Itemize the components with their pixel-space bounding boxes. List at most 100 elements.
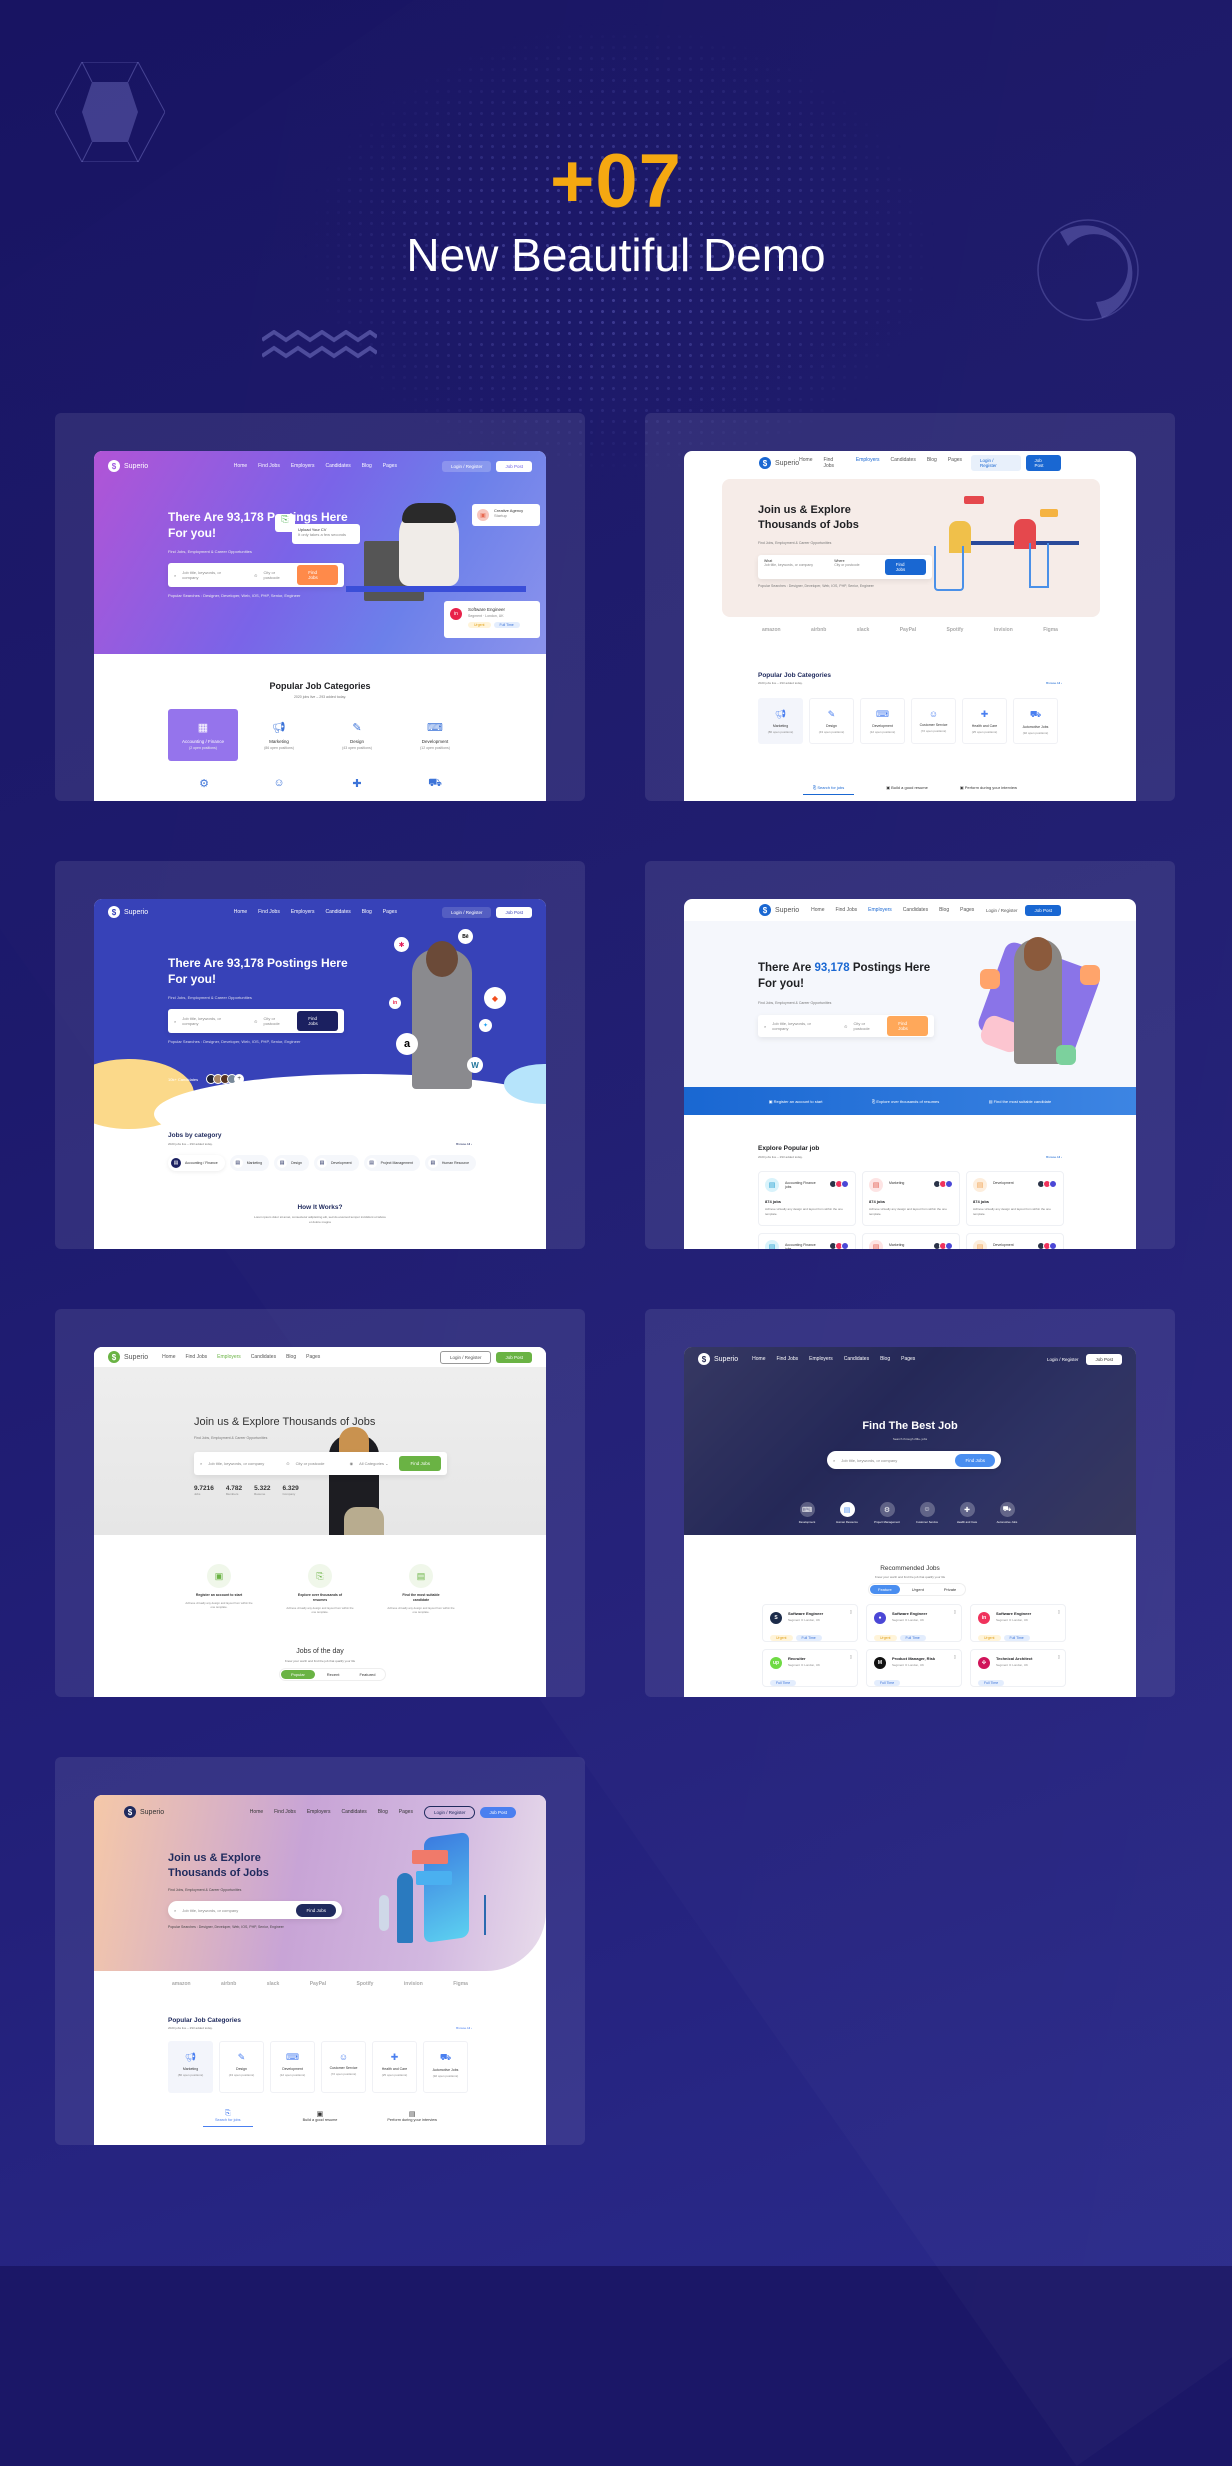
tab-feature[interactable]: Feature <box>870 1585 900 1594</box>
menu-item[interactable]: Home <box>811 907 824 913</box>
menu-item[interactable]: Find Jobs <box>835 907 857 913</box>
category-item[interactable]: ☺ Customer Service <box>914 1502 940 1524</box>
menu-item[interactable]: Candidates <box>251 1354 276 1360</box>
menu-item[interactable]: Home <box>752 1356 765 1362</box>
menu-item[interactable]: Candidates <box>844 1356 869 1362</box>
browse-all-link[interactable]: Browse All › <box>456 1142 472 1146</box>
keyword-input[interactable]: Job title, keywords, or company <box>182 1016 236 1026</box>
tab-recent[interactable]: Recent <box>319 1670 348 1679</box>
menu-item[interactable]: Candidates <box>903 907 928 913</box>
tab-urgent[interactable]: Urgent <box>904 1585 932 1594</box>
demo-panel-2[interactable]: $ Superio Home Find Jobs Employers Candidate… <box>645 413 1175 801</box>
step-tab[interactable]: ▣ Perform during your interview <box>960 785 1017 795</box>
menu-item[interactable]: Candidates <box>325 463 350 469</box>
job-card[interactable]: up Recruiter Segment ⊙ London, UK Full Time… <box>762 1649 858 1687</box>
login-button[interactable]: Login / Register <box>439 1350 492 1364</box>
category-item[interactable]: ✚ Health and Care <box>954 1502 980 1524</box>
category-item[interactable]: ⌨ Development <box>794 1502 820 1524</box>
menu-item[interactable]: Find Jobs <box>258 463 280 469</box>
keyword-input[interactable]: Job title, keywords, or company <box>182 1908 238 1913</box>
menu-item[interactable]: Pages <box>901 1356 915 1362</box>
menu-item[interactable]: Blog <box>880 1356 890 1362</box>
what-field[interactable]: What Job title, keywords, or company <box>764 559 828 575</box>
bookmark-icon[interactable]: ▯ <box>1058 1654 1060 1659</box>
demo-panel-3[interactable]: $ Superio Home Find Jobs Employers Candidate… <box>55 861 585 1249</box>
job-card[interactable]: S Software Engineer Segment ⊙ London, UK Ur… <box>762 1604 858 1642</box>
menu-item[interactable]: Home <box>250 1809 263 1815</box>
job-post-button[interactable]: Job Post <box>1086 1353 1122 1365</box>
step-tab-active[interactable]: ⎘ Search for jobs <box>203 2110 253 2127</box>
menu-item[interactable]: Home <box>234 463 247 469</box>
find-jobs-button[interactable]: Find Jobs <box>955 1453 995 1467</box>
category-card[interactable]: ✚ Health and Care (25 open positions) <box>372 2041 417 2093</box>
menu-item[interactable]: Pages <box>383 463 397 469</box>
job-post-button[interactable]: Job Post <box>1025 904 1061 916</box>
category-chip[interactable]: ▤ Project Management <box>363 1155 420 1171</box>
menu-item-active[interactable]: Employers <box>217 1354 241 1360</box>
job-category-card[interactable]: ▤Development874 jobsAchieve virtually an… <box>966 1233 1064 1249</box>
menu-item[interactable]: Employers <box>307 1809 331 1815</box>
find-jobs-button[interactable]: Find Jobs <box>884 559 926 575</box>
category-card[interactable]: ✚ Health and Care (25 open positions) <box>962 698 1007 744</box>
menu-item[interactable]: Employers <box>809 1356 833 1362</box>
menu-item[interactable]: Blog <box>286 1354 296 1360</box>
tab-private[interactable]: Private <box>936 1585 964 1594</box>
menu-item[interactable]: Home <box>234 909 247 915</box>
keyword-input[interactable]: Job title, keywords, or company <box>208 1461 280 1466</box>
job-category-card[interactable]: ▤Development874 jobsAchieve virtually an… <box>966 1171 1064 1226</box>
step-tab-active[interactable]: ⎘ Search for jobs <box>803 785 855 795</box>
add-icon[interactable]: + <box>234 1074 245 1084</box>
job-card[interactable]: ● Software Engineer Segment ⊙ London, UK Ur… <box>866 1604 962 1642</box>
menu-item[interactable]: Blog <box>939 907 949 913</box>
category-card[interactable]: ☺ Customer Service (72 open positions) <box>321 2041 366 2093</box>
find-jobs-button[interactable]: Find Jobs <box>296 1903 336 1917</box>
city-input[interactable]: City or postcode <box>263 570 291 580</box>
category-card[interactable]: ⌨ Development (12 open positions) <box>860 698 905 744</box>
category-card[interactable]: ⛟ Automotive Jobs (92 open positions) <box>1013 698 1058 744</box>
tab-featured[interactable]: Featured <box>351 1670 383 1679</box>
category-chip[interactable]: ▤ Human Resource <box>424 1155 477 1171</box>
step-tab[interactable]: ▣ Build a good resume <box>303 2110 338 2127</box>
bookmark-icon[interactable]: ▯ <box>954 1654 956 1659</box>
menu-item[interactable]: Employers <box>291 463 315 469</box>
job-card[interactable]: M Product Manager, Risk Segment ⊙ London, … <box>866 1649 962 1687</box>
upload-cv-link[interactable]: ⎘ Upload Your CV <box>278 1077 311 1082</box>
category-select[interactable]: All Categories ⌄ <box>359 1461 388 1466</box>
menu-item[interactable]: Candidates <box>325 909 350 915</box>
find-jobs-button[interactable]: Find Jobs <box>297 1011 338 1031</box>
job-category-card[interactable]: ▤Marketing874 jobsAchieve virtually any … <box>862 1171 960 1226</box>
category-card[interactable]: ⛟ Automotive Jobs (92 open positions) <box>423 2041 468 2093</box>
brand-logo[interactable]: $ Superio <box>124 1806 164 1818</box>
category-card[interactable]: 📢︎ Marketing (86 open positions) <box>168 2041 213 2093</box>
menu-item[interactable]: Find Jobs <box>776 1356 798 1362</box>
menu-item[interactable]: Find Jobs <box>258 909 280 915</box>
login-button[interactable]: Login / Register <box>971 455 1021 471</box>
category-card[interactable]: ✎ Design (43 open positions) <box>219 2041 264 2093</box>
category-chip[interactable]: ▤ Marketing <box>229 1155 270 1171</box>
bookmark-icon[interactable]: ▯ <box>850 1654 852 1659</box>
brand-logo[interactable]: $ Superio <box>759 457 799 469</box>
bookmark-icon[interactable]: ▯ <box>1058 1609 1060 1614</box>
demo-panel-4[interactable]: $ Superio Home Find Jobs Employers Candidate… <box>645 861 1175 1249</box>
menu-item[interactable]: Candidates <box>341 1809 366 1815</box>
category-item[interactable]: ▤ Human Resource <box>834 1502 860 1524</box>
where-field[interactable]: Where City or postcode <box>834 559 878 575</box>
menu-item[interactable]: Employers <box>291 909 315 915</box>
find-jobs-button[interactable]: Find Jobs <box>297 565 338 585</box>
category-card[interactable]: ⌨ Development (12 open positions) <box>400 709 470 750</box>
step-tab[interactable]: ▣ Build a good resume <box>886 785 928 795</box>
category-chip[interactable]: ▤ Development <box>313 1155 359 1171</box>
menu-item[interactable]: Blog <box>927 457 937 469</box>
demo-panel-6[interactable]: $ Superio Home Find Jobs Employers Candidate… <box>645 1309 1175 1697</box>
job-post-button[interactable]: Job Post <box>496 906 532 918</box>
category-card[interactable]: ▦ Accounting / Finance (2 open positions) <box>168 709 238 761</box>
menu-item-active[interactable]: Employers <box>856 457 880 469</box>
demo-panel-5[interactable]: $ Superio Home Find Jobs Employers Candidate… <box>55 1309 585 1697</box>
menu-item-active[interactable]: Employers <box>868 907 892 913</box>
browse-all-link[interactable]: Browse All › <box>456 2026 472 2030</box>
job-post-button[interactable]: Job Post <box>496 460 532 472</box>
menu-item[interactable]: Home <box>162 1354 175 1360</box>
brand-logo[interactable]: $ Superio <box>759 904 799 916</box>
keyword-input[interactable]: Job title, keywords, or company <box>772 1021 826 1031</box>
category-card[interactable]: ⌨ Development (12 open positions) <box>270 2041 315 2093</box>
